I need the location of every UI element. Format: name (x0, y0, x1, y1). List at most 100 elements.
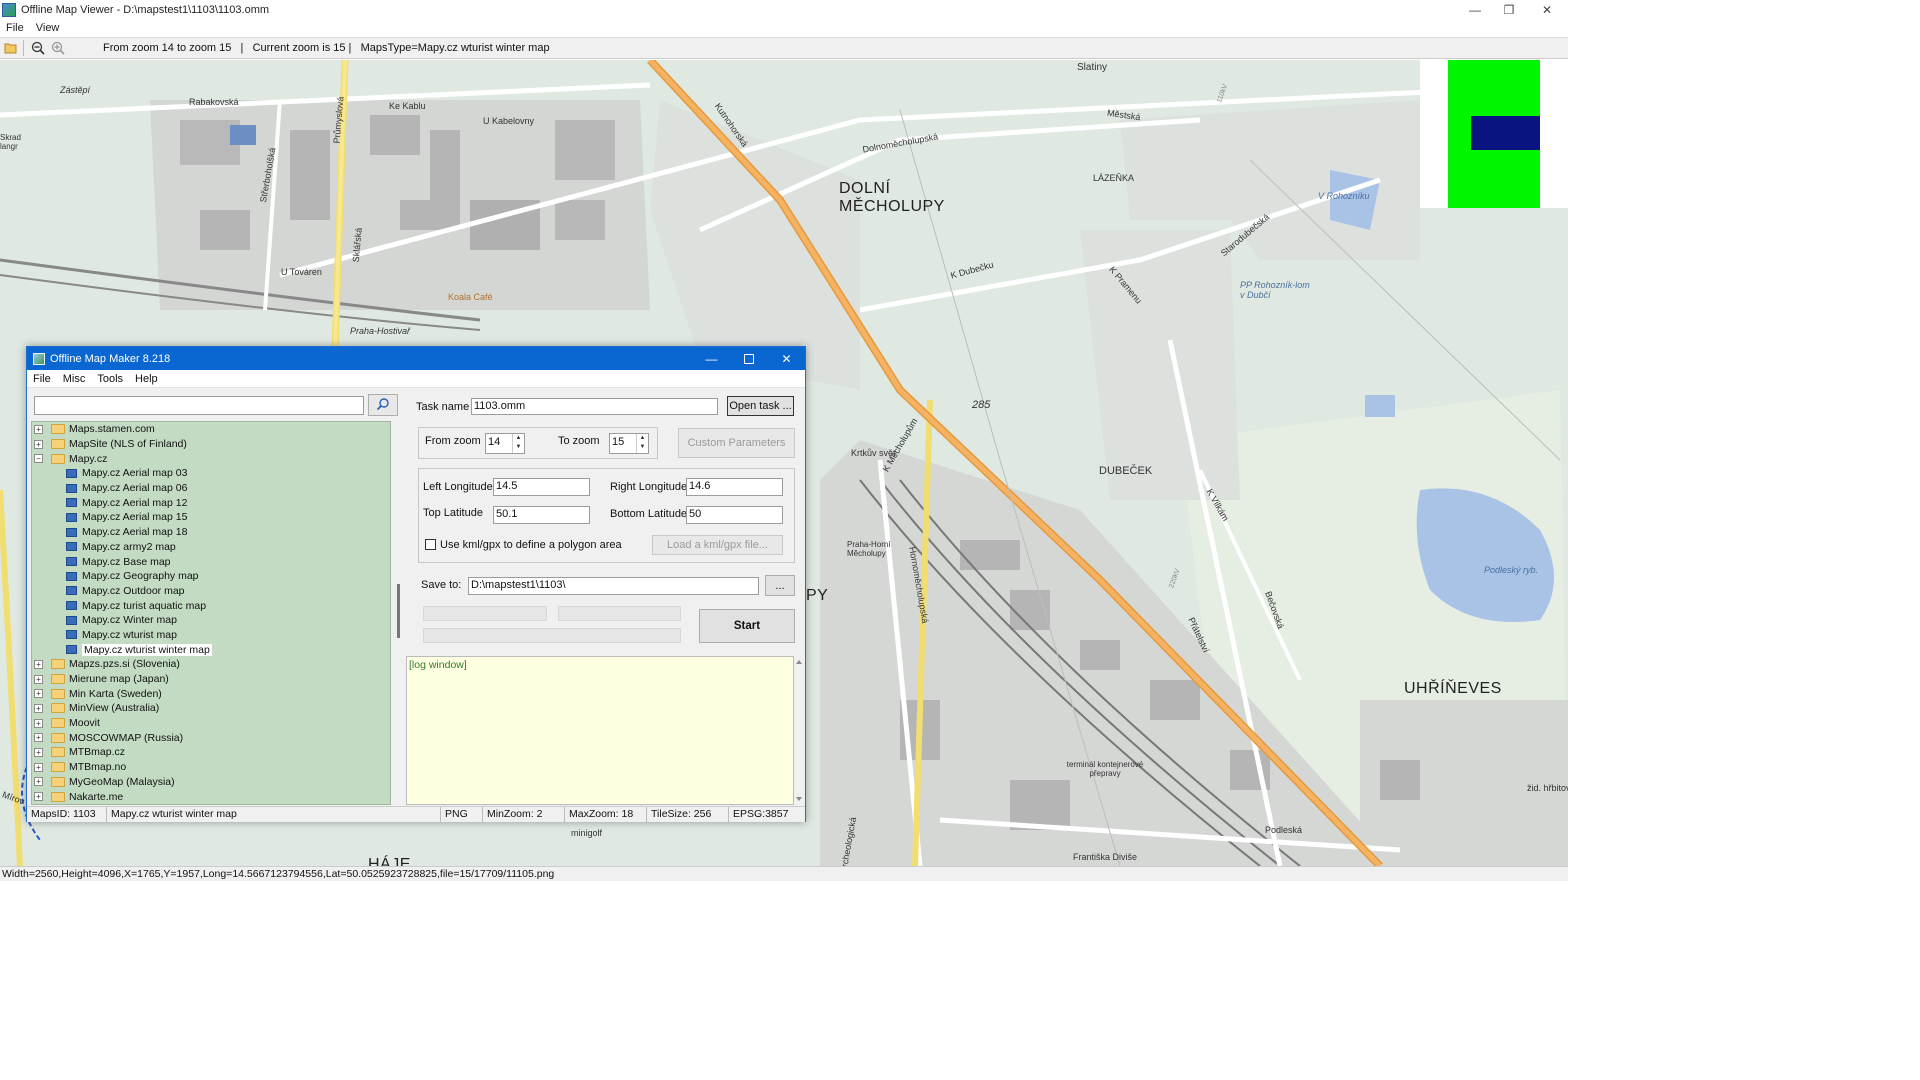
tree-folder-item[interactable]: + MTBmap.cz (32, 745, 390, 760)
search-button[interactable] (368, 394, 398, 416)
zoom-info-text: From zoom 14 to zoom 15 | Current zoom i… (103, 42, 550, 54)
open-folder-icon[interactable] (2, 39, 20, 57)
tree-folder-item[interactable]: + MapSite (NLS of Finland) (32, 437, 390, 452)
dialog-close-button[interactable]: ✕ (768, 347, 805, 370)
tree-item-label: MinView (Australia) (69, 702, 160, 715)
right-longitude-input[interactable]: 14.6 (686, 478, 783, 496)
save-to-label: Save to: (421, 579, 462, 591)
tree-map-item[interactable]: Mapy.cz Outdoor map (32, 584, 390, 599)
expand-icon[interactable]: + (34, 439, 43, 449)
tree-folder-item[interactable]: + MyGeoMap (Malaysia) (32, 775, 390, 790)
top-latitude-input[interactable]: 50.1 (493, 506, 590, 524)
expand-icon[interactable]: + (34, 733, 43, 743)
tree-folder-item[interactable]: + Mapzs.pzs.si (Slovenia) (32, 657, 390, 672)
tree-scrollbar[interactable] (395, 421, 404, 805)
tree-folder-item[interactable]: + MOSCOWMAP (Russia) (32, 730, 390, 745)
map-icon (66, 557, 77, 567)
dialog-menu-tools[interactable]: Tools (91, 373, 129, 385)
tree-folder-item[interactable]: + Moovit (32, 716, 390, 731)
expand-icon[interactable]: + (34, 674, 43, 684)
dialog-menu-help[interactable]: Help (129, 373, 164, 385)
tree-map-item[interactable]: Mapy.cz Aerial map 12 (32, 495, 390, 510)
tree-folder-item[interactable]: − Mapy.cz (32, 451, 390, 466)
custom-parameters-button[interactable]: Custom Parameters (678, 428, 795, 458)
left-longitude-input[interactable]: 14.5 (493, 478, 590, 496)
map-icon (66, 615, 77, 625)
tree-folder-item[interactable]: + Maps.stamen.com (32, 422, 390, 437)
tree-folder-item[interactable]: + Mierune map (Japan) (32, 672, 390, 687)
expand-icon[interactable]: + (34, 424, 43, 434)
folder-icon (51, 747, 65, 758)
tree-folder-item[interactable]: + MinView (Australia) (32, 701, 390, 716)
load-kml-button[interactable]: Load a kml/gpx file... (652, 535, 783, 555)
dialog-menu-misc[interactable]: Misc (57, 373, 92, 385)
dialog-minimize-button[interactable]: — (693, 347, 730, 370)
to-zoom-spinner[interactable]: 15 ▲ ▼ (609, 433, 649, 454)
menubar: File View (0, 19, 1568, 36)
dialog-menu-file[interactable]: File (27, 373, 57, 385)
folder-icon (51, 762, 65, 773)
from-zoom-arrows[interactable]: ▲ ▼ (512, 434, 524, 453)
minimize-button[interactable]: — (1458, 0, 1492, 19)
status-format: PNG (441, 807, 483, 822)
tree-map-item[interactable]: Mapy.cz Geography map (32, 569, 390, 584)
menu-file[interactable]: File (0, 22, 30, 34)
map-label-dolni: DOLNÍ (839, 180, 891, 197)
tree-map-item[interactable]: Mapy.cz Aerial map 18 (32, 525, 390, 540)
tree-map-item[interactable]: Mapy.cz turist aquatic map (32, 598, 390, 613)
expand-icon[interactable]: + (34, 792, 43, 802)
menu-view[interactable]: View (30, 22, 66, 34)
tree-map-item[interactable]: Mapy.cz wturist map (32, 628, 390, 643)
from-zoom-spinner[interactable]: 14 ▲ ▼ (485, 433, 525, 454)
tree-folder-item[interactable]: + Nakarte.me (32, 789, 390, 804)
tree-folder-item[interactable]: + Min Karta (Sweden) (32, 686, 390, 701)
tree-map-item[interactable]: Mapy.cz Winter map (32, 613, 390, 628)
map-source-tree[interactable]: + Maps.stamen.com + MapSite (NLS of Finland… (31, 421, 391, 805)
minimap[interactable] (1420, 60, 1568, 208)
tree-map-item[interactable]: Mapy.cz wturist winter map (32, 642, 390, 657)
restore-button[interactable]: ❐ (1492, 0, 1526, 19)
log-window[interactable]: [log window] (406, 656, 794, 805)
tree-map-item[interactable]: Mapy.cz Aerial map 06 (32, 481, 390, 496)
folder-icon (51, 791, 65, 802)
tree-map-item[interactable]: Mapy.cz Base map (32, 554, 390, 569)
zoom-out-icon[interactable] (29, 39, 47, 57)
task-name-input[interactable]: 1103.omm (471, 398, 718, 415)
tree-item-label: Mapy.cz Aerial map 12 (82, 496, 188, 509)
to-zoom-arrows[interactable]: ▲ ▼ (636, 434, 648, 453)
map-search-input[interactable] (34, 396, 364, 415)
bottom-latitude-input[interactable]: 50 (686, 506, 783, 524)
zoom-in-icon[interactable] (49, 39, 67, 57)
map-label-terminal: terminál kontejnerové přepravy (1066, 760, 1144, 778)
expand-icon[interactable]: + (34, 777, 43, 787)
tree-folder-item[interactable]: + MTBmap.no (32, 760, 390, 775)
dialog-menubar: File Misc Tools Help (27, 370, 805, 388)
tree-item-label: Mapy.cz Aerial map 15 (82, 511, 188, 524)
tree-map-item[interactable]: Mapy.cz Aerial map 15 (32, 510, 390, 525)
map-label-minigolf: minigolf (571, 828, 603, 838)
expand-icon[interactable]: + (34, 659, 43, 669)
open-task-button[interactable]: Open task ... (727, 396, 794, 416)
expand-icon[interactable]: + (34, 747, 43, 757)
tree-scrollbar-thumb[interactable] (397, 584, 400, 638)
expand-icon[interactable]: + (34, 703, 43, 713)
map-label-praha-hostivar: Praha-Hostivař (350, 326, 411, 336)
save-to-input[interactable]: D:\mapstest1\1103\ (468, 577, 759, 595)
tree-map-item[interactable]: Mapy.cz army2 map (32, 540, 390, 555)
use-kml-checkbox[interactable] (425, 539, 436, 550)
status-max-zoom: MaxZoom: 18 (565, 807, 647, 822)
tree-map-item[interactable]: Mapy.cz Aerial map 03 (32, 466, 390, 481)
tree-item-label: Mapy.cz army2 map (82, 540, 176, 553)
map-icon (66, 468, 77, 478)
collapse-icon[interactable]: − (34, 454, 43, 464)
expand-icon[interactable]: + (34, 762, 43, 772)
progress-bar-total (423, 628, 681, 643)
close-button[interactable]: ✕ (1530, 0, 1564, 19)
log-scrollbar[interactable] (794, 656, 804, 805)
browse-button[interactable]: ... (765, 575, 795, 596)
expand-icon[interactable]: + (34, 718, 43, 728)
search-icon (376, 397, 390, 414)
start-button[interactable]: Start (699, 609, 795, 643)
dialog-maximize-button[interactable] (730, 347, 767, 370)
expand-icon[interactable]: + (34, 689, 43, 699)
